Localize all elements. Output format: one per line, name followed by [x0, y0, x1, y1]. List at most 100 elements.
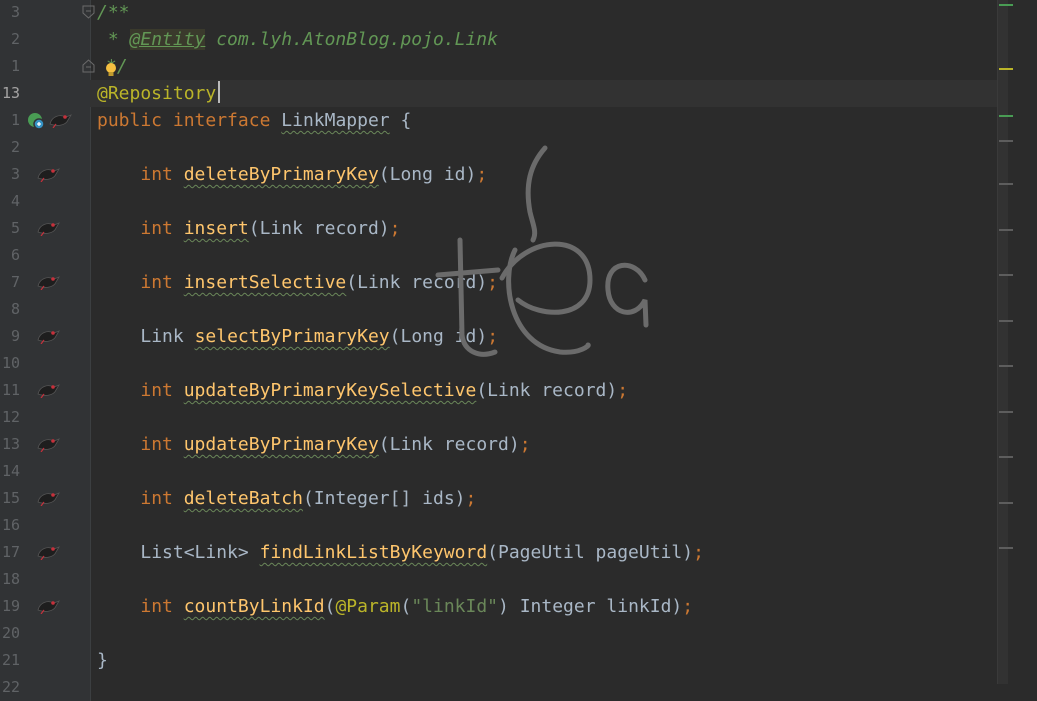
string-literal: "linkId" — [411, 596, 499, 617]
warning-marker[interactable] — [999, 547, 1013, 549]
line-number: 5 — [10, 219, 20, 237]
doc-comment-open: /** — [97, 2, 130, 23]
return-type: int — [140, 596, 173, 617]
method-name[interactable]: updateByPrimaryKey — [184, 434, 379, 455]
implemented-interface-icon[interactable] — [26, 111, 46, 131]
method-name[interactable]: updateByPrimaryKeySelective — [184, 380, 477, 401]
return-type: int — [140, 218, 173, 239]
mybatis-bird-icon[interactable] — [36, 323, 62, 350]
mybatis-bird-icon[interactable] — [36, 215, 62, 242]
method-name[interactable]: deleteBatch — [184, 488, 303, 509]
semicolon: ; — [389, 218, 401, 239]
code-line-current: @Repository — [90, 80, 1008, 107]
doc-comment-star: * — [97, 29, 130, 50]
editor-scrollbar[interactable] — [997, 0, 1008, 684]
warning-marker[interactable] — [999, 320, 1013, 322]
code-line: } — [97, 647, 1007, 674]
line-number: 2 — [10, 138, 20, 156]
method-args: (Link record) — [378, 434, 520, 455]
brace-open: { — [400, 110, 412, 131]
method-name[interactable]: findLinkListByKeyword — [260, 542, 488, 563]
warning-marker[interactable] — [999, 365, 1013, 367]
keyword-public: public — [97, 110, 163, 131]
line-number: 14 — [1, 462, 20, 480]
line-number: 7 — [10, 273, 20, 291]
return-type: int — [140, 488, 173, 509]
vcs-change-marker[interactable] — [999, 4, 1013, 6]
warning-marker[interactable] — [999, 456, 1013, 458]
fold-icon[interactable] — [82, 58, 95, 73]
interface-name[interactable]: LinkMapper — [281, 110, 389, 131]
warning-marker[interactable] — [999, 274, 1013, 276]
mybatis-bird-icon[interactable] — [36, 485, 62, 512]
method-name[interactable]: insert — [184, 218, 249, 239]
line-number: 20 — [1, 624, 20, 642]
line-number: 18 — [1, 570, 20, 588]
doc-comment-text: com.lyh.AtonBlog.pojo.Link — [205, 29, 498, 50]
warning-marker[interactable] — [999, 140, 1013, 142]
method-name[interactable]: countByLinkId — [184, 596, 325, 617]
line-number: 21 — [1, 651, 20, 669]
line-number: 2 — [10, 30, 20, 48]
method-line: int updateByPrimaryKeySelective(Link rec… — [97, 377, 1007, 404]
warning-marker[interactable] — [999, 183, 1013, 185]
method-name[interactable]: insertSelective — [184, 272, 347, 293]
lightbulb-icon[interactable] — [104, 62, 118, 78]
mybatis-bird-icon[interactable] — [36, 269, 62, 296]
fold-icon[interactable] — [82, 4, 95, 19]
semicolon: ; — [519, 434, 531, 455]
method-args: ) Integer linkId) — [498, 596, 683, 617]
method-args: (Link record) — [248, 218, 390, 239]
semicolon: ; — [465, 488, 477, 509]
mybatis-bird-icon[interactable] — [36, 539, 62, 566]
editor-gutter: 3 2 1 13 1 2 3 4 5 6 7 8 9 10 11 12 13 1… — [0, 0, 95, 701]
mybatis-bird-icon[interactable] — [36, 431, 62, 458]
paren-open: ( — [324, 596, 336, 617]
semicolon: ; — [693, 542, 704, 563]
line-number: 3 — [10, 3, 20, 21]
method-name[interactable]: selectByPrimaryKey — [195, 326, 390, 347]
mybatis-bird-icon[interactable] — [48, 107, 74, 134]
line-number: 19 — [1, 597, 20, 615]
return-type: int — [140, 434, 173, 455]
code-line: * @Entity com.lyh.AtonBlog.pojo.Link — [97, 26, 1007, 53]
line-number: 17 — [1, 543, 20, 561]
warning-marker[interactable] — [999, 502, 1013, 504]
code-line: */ — [97, 53, 1007, 80]
line-number: 22 — [1, 678, 20, 696]
warning-marker[interactable] — [999, 411, 1013, 413]
line-number: 9 — [10, 327, 20, 345]
keyword-interface: interface — [172, 110, 271, 131]
annotation-param[interactable]: @Param — [335, 596, 400, 617]
method-name[interactable]: deleteByPrimaryKey — [184, 164, 379, 185]
line-number: 4 — [10, 192, 20, 210]
line-number: 11 — [1, 381, 20, 399]
vcs-change-marker[interactable] — [999, 115, 1013, 117]
annotation-repository[interactable]: @Repository — [97, 83, 216, 104]
return-type: List<Link> — [140, 542, 249, 563]
text-caret — [218, 81, 220, 103]
brace-close: } — [97, 650, 108, 671]
line-number-current: 13 — [1, 84, 20, 102]
method-line: List<Link> findLinkListByKeyword(PageUti… — [97, 539, 1007, 566]
warning-marker[interactable] — [999, 229, 1013, 231]
doc-comment-tag[interactable]: @Entity — [129, 29, 206, 50]
method-line: int updateByPrimaryKey(Link record); — [97, 431, 1007, 458]
method-line: int deleteBatch(Integer[] ids); — [97, 485, 1007, 512]
code-line: /** — [97, 0, 1007, 26]
warning-marker[interactable] — [999, 68, 1013, 70]
return-type: int — [140, 272, 173, 293]
line-number: 1 — [10, 57, 20, 75]
mybatis-bird-icon[interactable] — [36, 377, 62, 404]
method-args: (PageUtil pageUtil) — [487, 542, 694, 563]
mybatis-bird-icon[interactable] — [36, 593, 62, 620]
method-args: (Integer[] ids) — [302, 488, 466, 509]
line-number: 13 — [1, 435, 20, 453]
line-number: 15 — [1, 489, 20, 507]
mybatis-bird-icon[interactable] — [36, 161, 62, 188]
line-number: 10 — [1, 354, 20, 372]
return-type: Link — [140, 326, 184, 347]
line-number: 1 — [10, 111, 20, 129]
semicolon: ; — [617, 380, 629, 401]
method-args: (Link record) — [476, 380, 618, 401]
